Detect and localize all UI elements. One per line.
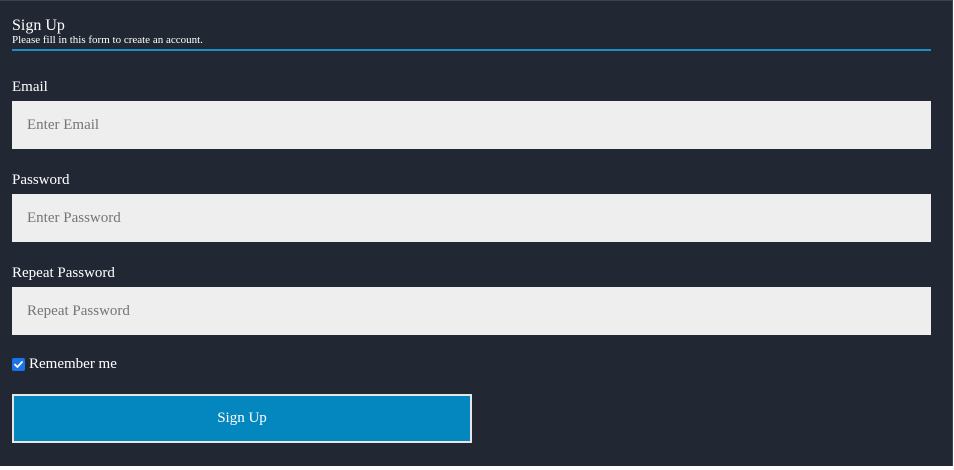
sign-up-button[interactable]: Sign Up [12,394,472,443]
signup-form: Sign Up Please fill in this form to crea… [0,0,953,466]
email-field[interactable] [12,101,931,149]
form-subtitle: Please fill in this form to create an ac… [12,34,203,46]
checkmark-icon [14,360,23,368]
remember-me-row: Remember me [12,355,117,373]
remember-me-label[interactable]: Remember me [29,355,117,373]
repeat-password-label: Repeat Password [12,265,115,281]
form-header: Sign Up Please fill in this form to crea… [12,17,931,51]
remember-me-checkbox[interactable] [12,357,25,371]
password-label: Password [12,172,70,188]
email-label: Email [12,79,48,95]
password-field[interactable] [12,194,931,242]
form-title: Sign Up [12,17,65,34]
repeat-password-field[interactable] [12,287,931,335]
